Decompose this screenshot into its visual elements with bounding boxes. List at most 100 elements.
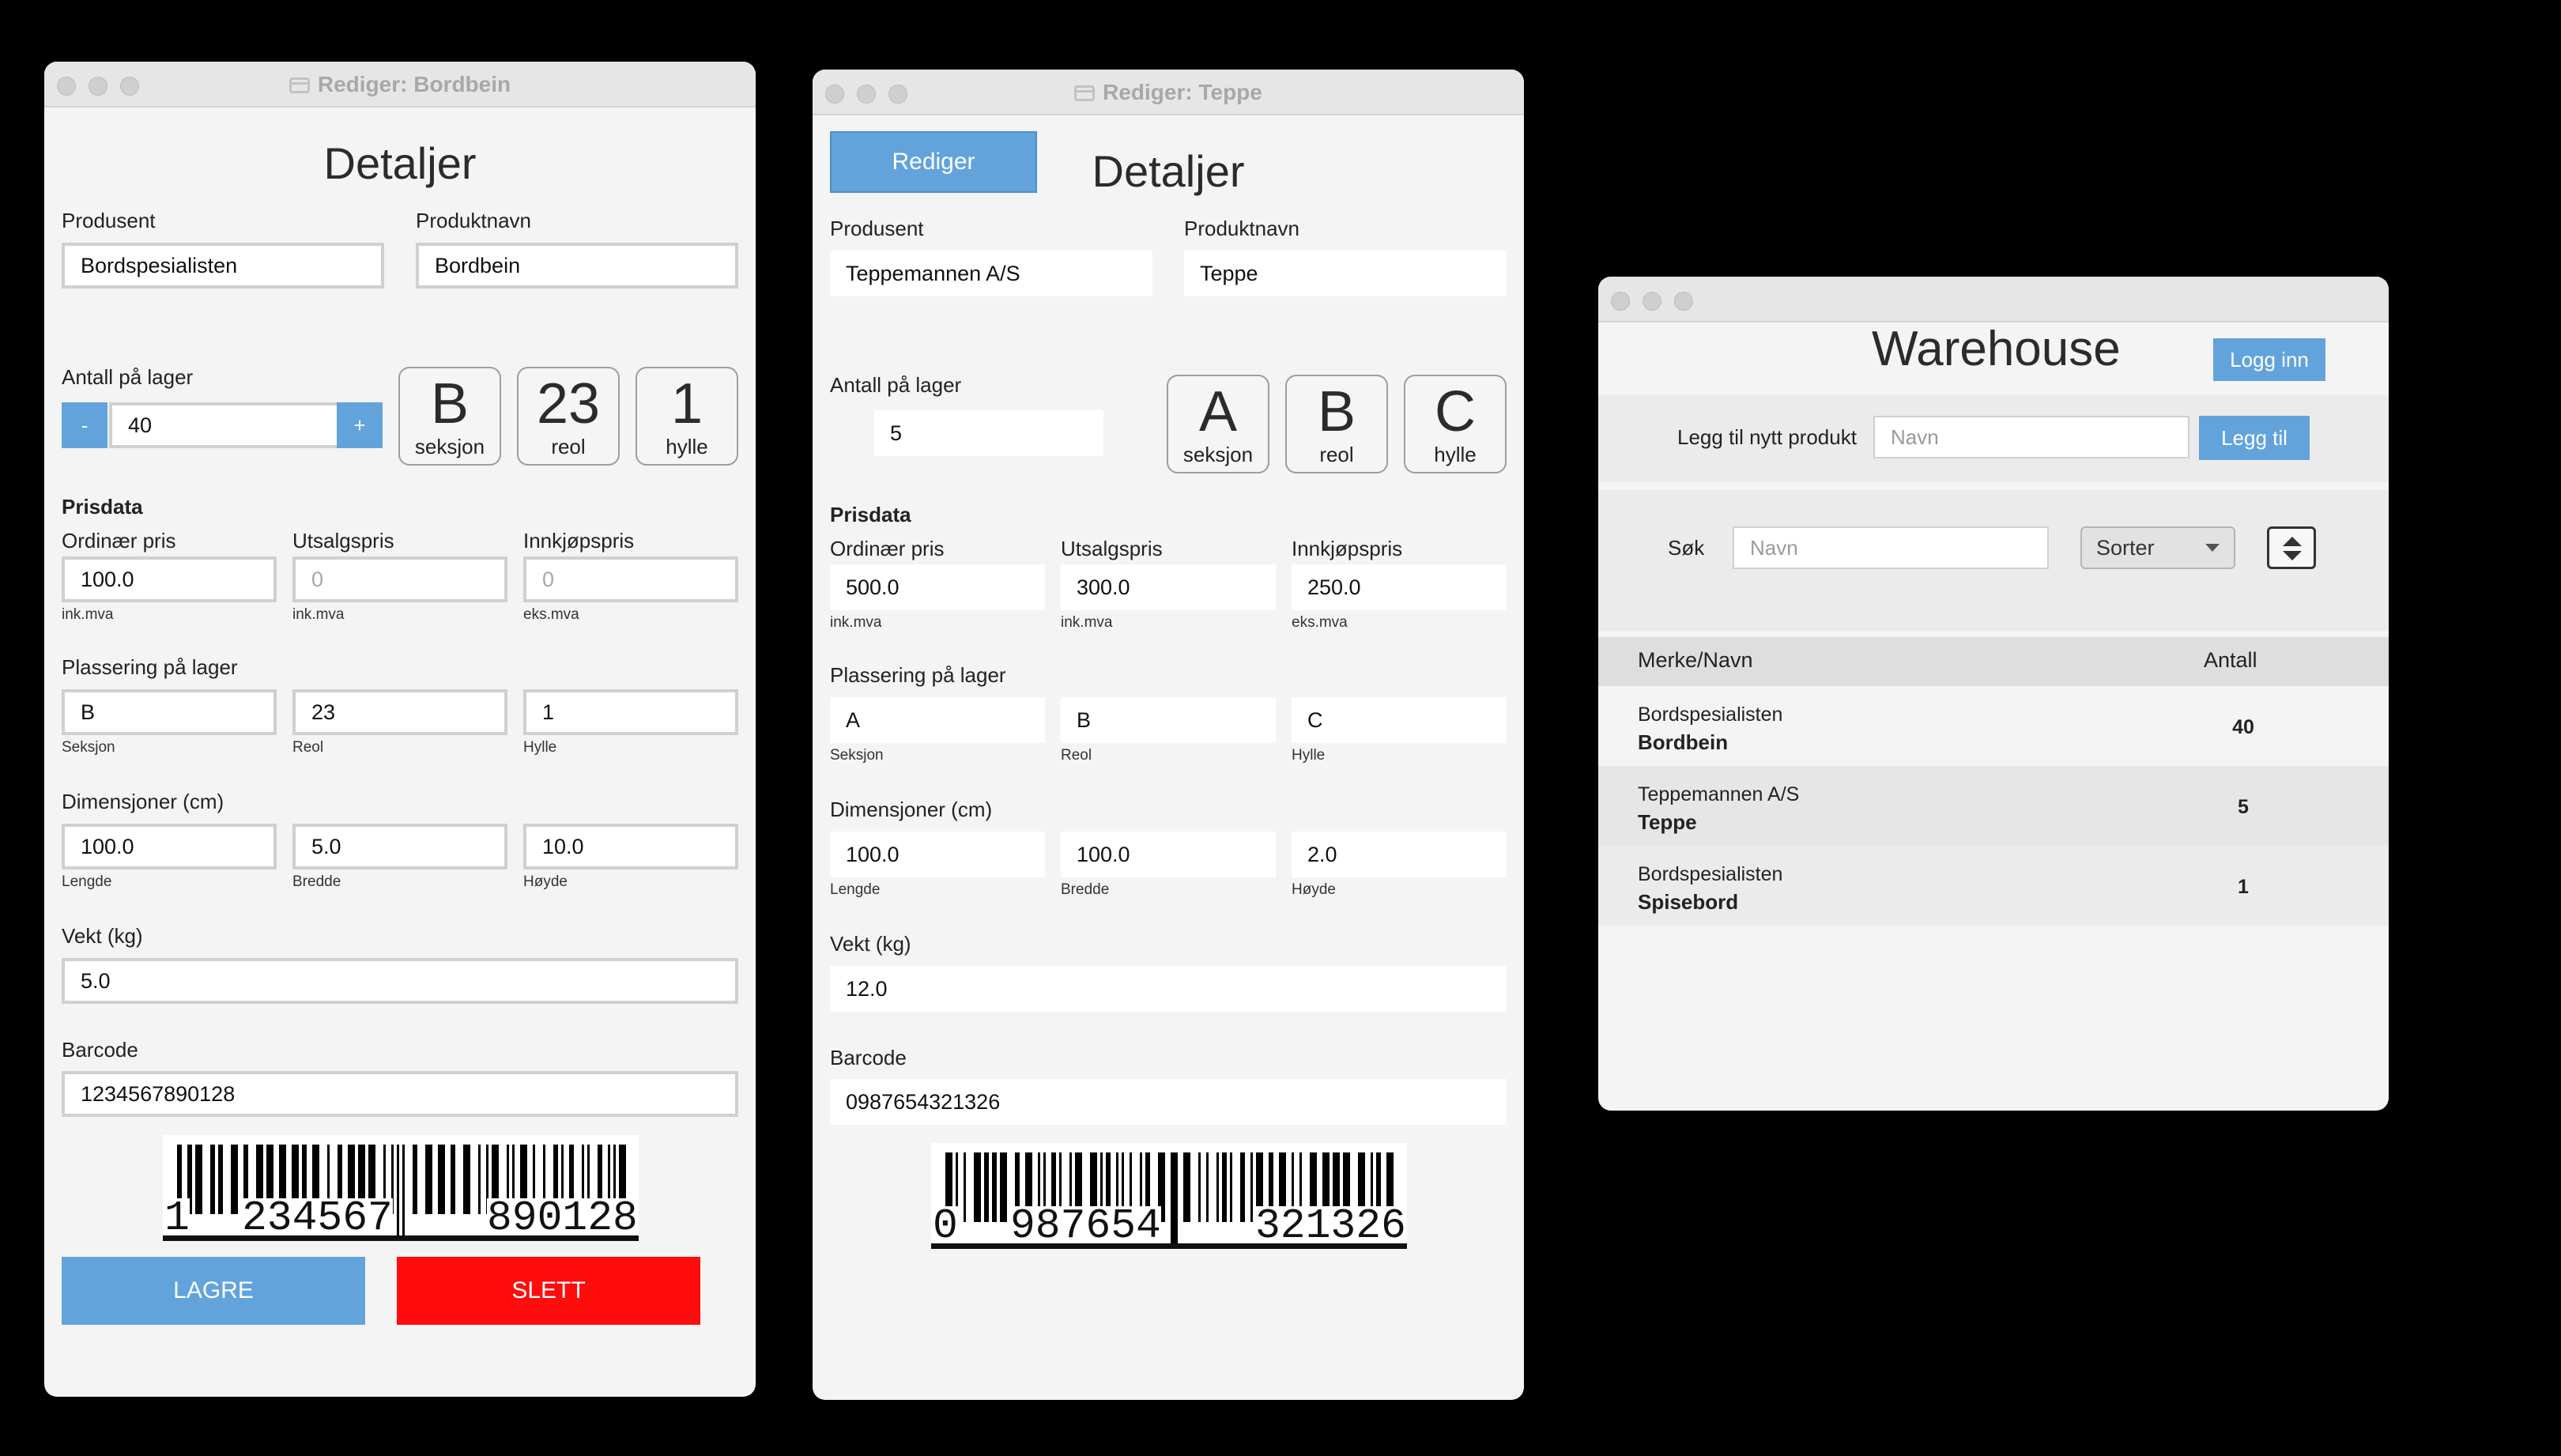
product-name-input[interactable]: Teppe [1184,251,1507,296]
producer-input[interactable]: Teppemannen A/S [830,251,1152,296]
length-input[interactable]: 100.0 [62,824,277,869]
row-count: 5 [2238,796,2249,818]
stock-label: Antall på lager [830,373,962,397]
search-input[interactable]: Navn [1733,526,2049,569]
row-brand: Bordspesialisten [1638,703,1783,726]
regular-price-note: ink.mva [62,606,114,623]
barcode-bar [1230,1152,1232,1222]
shelf-unit-note: Reol [1061,747,1092,764]
add-product-button[interactable]: Legg til [2199,416,2310,460]
height-input[interactable]: 10.0 [523,824,738,869]
shelf-unit-card: 23 reol [517,367,620,466]
barcode-bar [1216,1152,1219,1222]
shelf-unit-card: Breol [1285,375,1388,473]
dimensions-heading: Dimensjoner (cm) [62,790,224,813]
producer-label: Produsent [62,209,156,232]
product-name-input[interactable]: Bordbein [416,243,738,289]
barcode-bar [992,1152,997,1222]
barcode-right-digits: 321326 [1255,1202,1406,1250]
barcode-first-digit: 0 [933,1202,958,1250]
barcode-bar [231,1145,238,1214]
purchase-price-input[interactable]: 0 [523,556,738,602]
sale-price-label: Utsalgspris [1061,537,1163,560]
weight-label: Vekt (kg) [830,932,911,956]
weight-input[interactable]: 12.0 [830,966,1507,1012]
sale-price-input[interactable]: 0 [292,556,507,602]
price-heading: Prisdata [62,495,143,519]
length-note: Lengde [830,881,881,898]
barcode-bar [425,1145,432,1214]
barcode-input[interactable]: 1234567890128 [62,1071,738,1117]
barcode-bar [974,1152,981,1222]
section-input[interactable]: A [830,697,1045,743]
barcode-baseline [163,1235,639,1241]
regular-price-input[interactable]: 500.0 [830,564,1045,610]
minimize-window-button[interactable] [1643,292,1661,311]
column-header-name[interactable]: Merke/Navn [1638,648,1753,673]
sale-price-label: Utsalgspris [292,529,394,553]
weight-input[interactable]: 5.0 [62,958,738,1004]
column-header-count[interactable]: Antall [2204,648,2257,673]
edit-window-bordbein: Rediger: Bordbein Detaljer Produsent Bor… [44,62,756,1397]
sort-dropdown[interactable]: Sorter [2080,526,2235,569]
barcode-bar [1240,1152,1245,1222]
barcode-input[interactable]: 0987654321326 [830,1079,1507,1125]
section-card: Bseksjon [398,367,501,466]
title-bar[interactable] [1598,277,2389,323]
add-product-name-input[interactable]: Navn [1873,416,2189,458]
regular-price-input[interactable]: 100.0 [62,556,277,602]
chevron-down-icon [2205,544,2220,552]
barcode-bar [463,1145,470,1214]
price-heading: Prisdata [830,503,911,526]
purchase-price-input[interactable]: 250.0 [1292,564,1507,610]
barcode-bar [1171,1152,1178,1246]
barcode-image: 1 234567 890128 [163,1135,639,1241]
placement-heading: Plassering på lager [830,663,1006,687]
sale-price-note: ink.mva [1061,614,1113,631]
width-input[interactable]: 100.0 [1061,832,1276,877]
barcode-bar [984,1152,989,1222]
increase-stock-button[interactable]: + [337,402,383,448]
table-row[interactable]: Bordspesialisten Bordbein 40 [1598,686,2389,766]
save-button[interactable]: LAGRE [62,1257,365,1325]
sale-price-input[interactable]: 300.0 [1061,564,1276,610]
shelf-input[interactable]: 1 [523,689,738,735]
table-row[interactable]: Bordspesialisten Spisebord 1 [1598,846,2389,926]
barcode-bar [1222,1152,1227,1222]
title-bar[interactable]: Rediger: Bordbein [44,62,756,108]
dimensions-heading: Dimensjoner (cm) [830,798,993,821]
row-name: Bordbein [1638,730,1729,754]
height-note: Høyde [523,873,568,890]
shelf-unit-input[interactable]: 23 [292,689,507,735]
section-input[interactable]: B [62,689,277,735]
stock-input[interactable]: 5 [874,410,1103,456]
login-button[interactable]: Logg inn [2213,338,2325,381]
producer-label: Produsent [830,217,924,240]
placement-heading: Plassering på lager [62,655,238,679]
table-row[interactable]: Teppemannen A/S Teppe 5 [1598,766,2389,846]
sort-direction-button[interactable] [2267,526,2316,569]
width-note: Bredde [292,873,341,890]
height-input[interactable]: 2.0 [1292,832,1507,877]
edit-window-teppe: Rediger: Teppe Rediger Detaljer Produsen… [813,70,1524,1400]
decrease-stock-button[interactable]: - [62,402,107,448]
shelf-input[interactable]: C [1292,697,1507,743]
row-count: 1 [2238,876,2249,898]
purchase-price-note: eks.mva [523,606,579,623]
zoom-window-button[interactable] [1674,292,1693,311]
add-product-label: Legg til nytt produkt [1677,425,1857,449]
producer-input[interactable]: Bordspesialisten [62,243,384,289]
barcode-bar [1250,1152,1253,1222]
row-brand: Teppemannen A/S [1638,783,1800,805]
search-label: Søk [1668,536,1705,560]
product-name-label: Produktnavn [416,209,531,232]
row-brand: Bordspesialisten [1638,863,1783,885]
shelf-unit-input[interactable]: B [1061,697,1276,743]
delete-button[interactable]: SLETT [397,1257,700,1325]
title-bar[interactable]: Rediger: Teppe [813,70,1524,115]
length-input[interactable]: 100.0 [830,832,1045,877]
width-input[interactable]: 5.0 [292,824,507,869]
sort-dropdown-value: Sorter [2096,535,2155,560]
barcode-bar [1198,1152,1201,1222]
close-window-button[interactable] [1611,292,1630,311]
